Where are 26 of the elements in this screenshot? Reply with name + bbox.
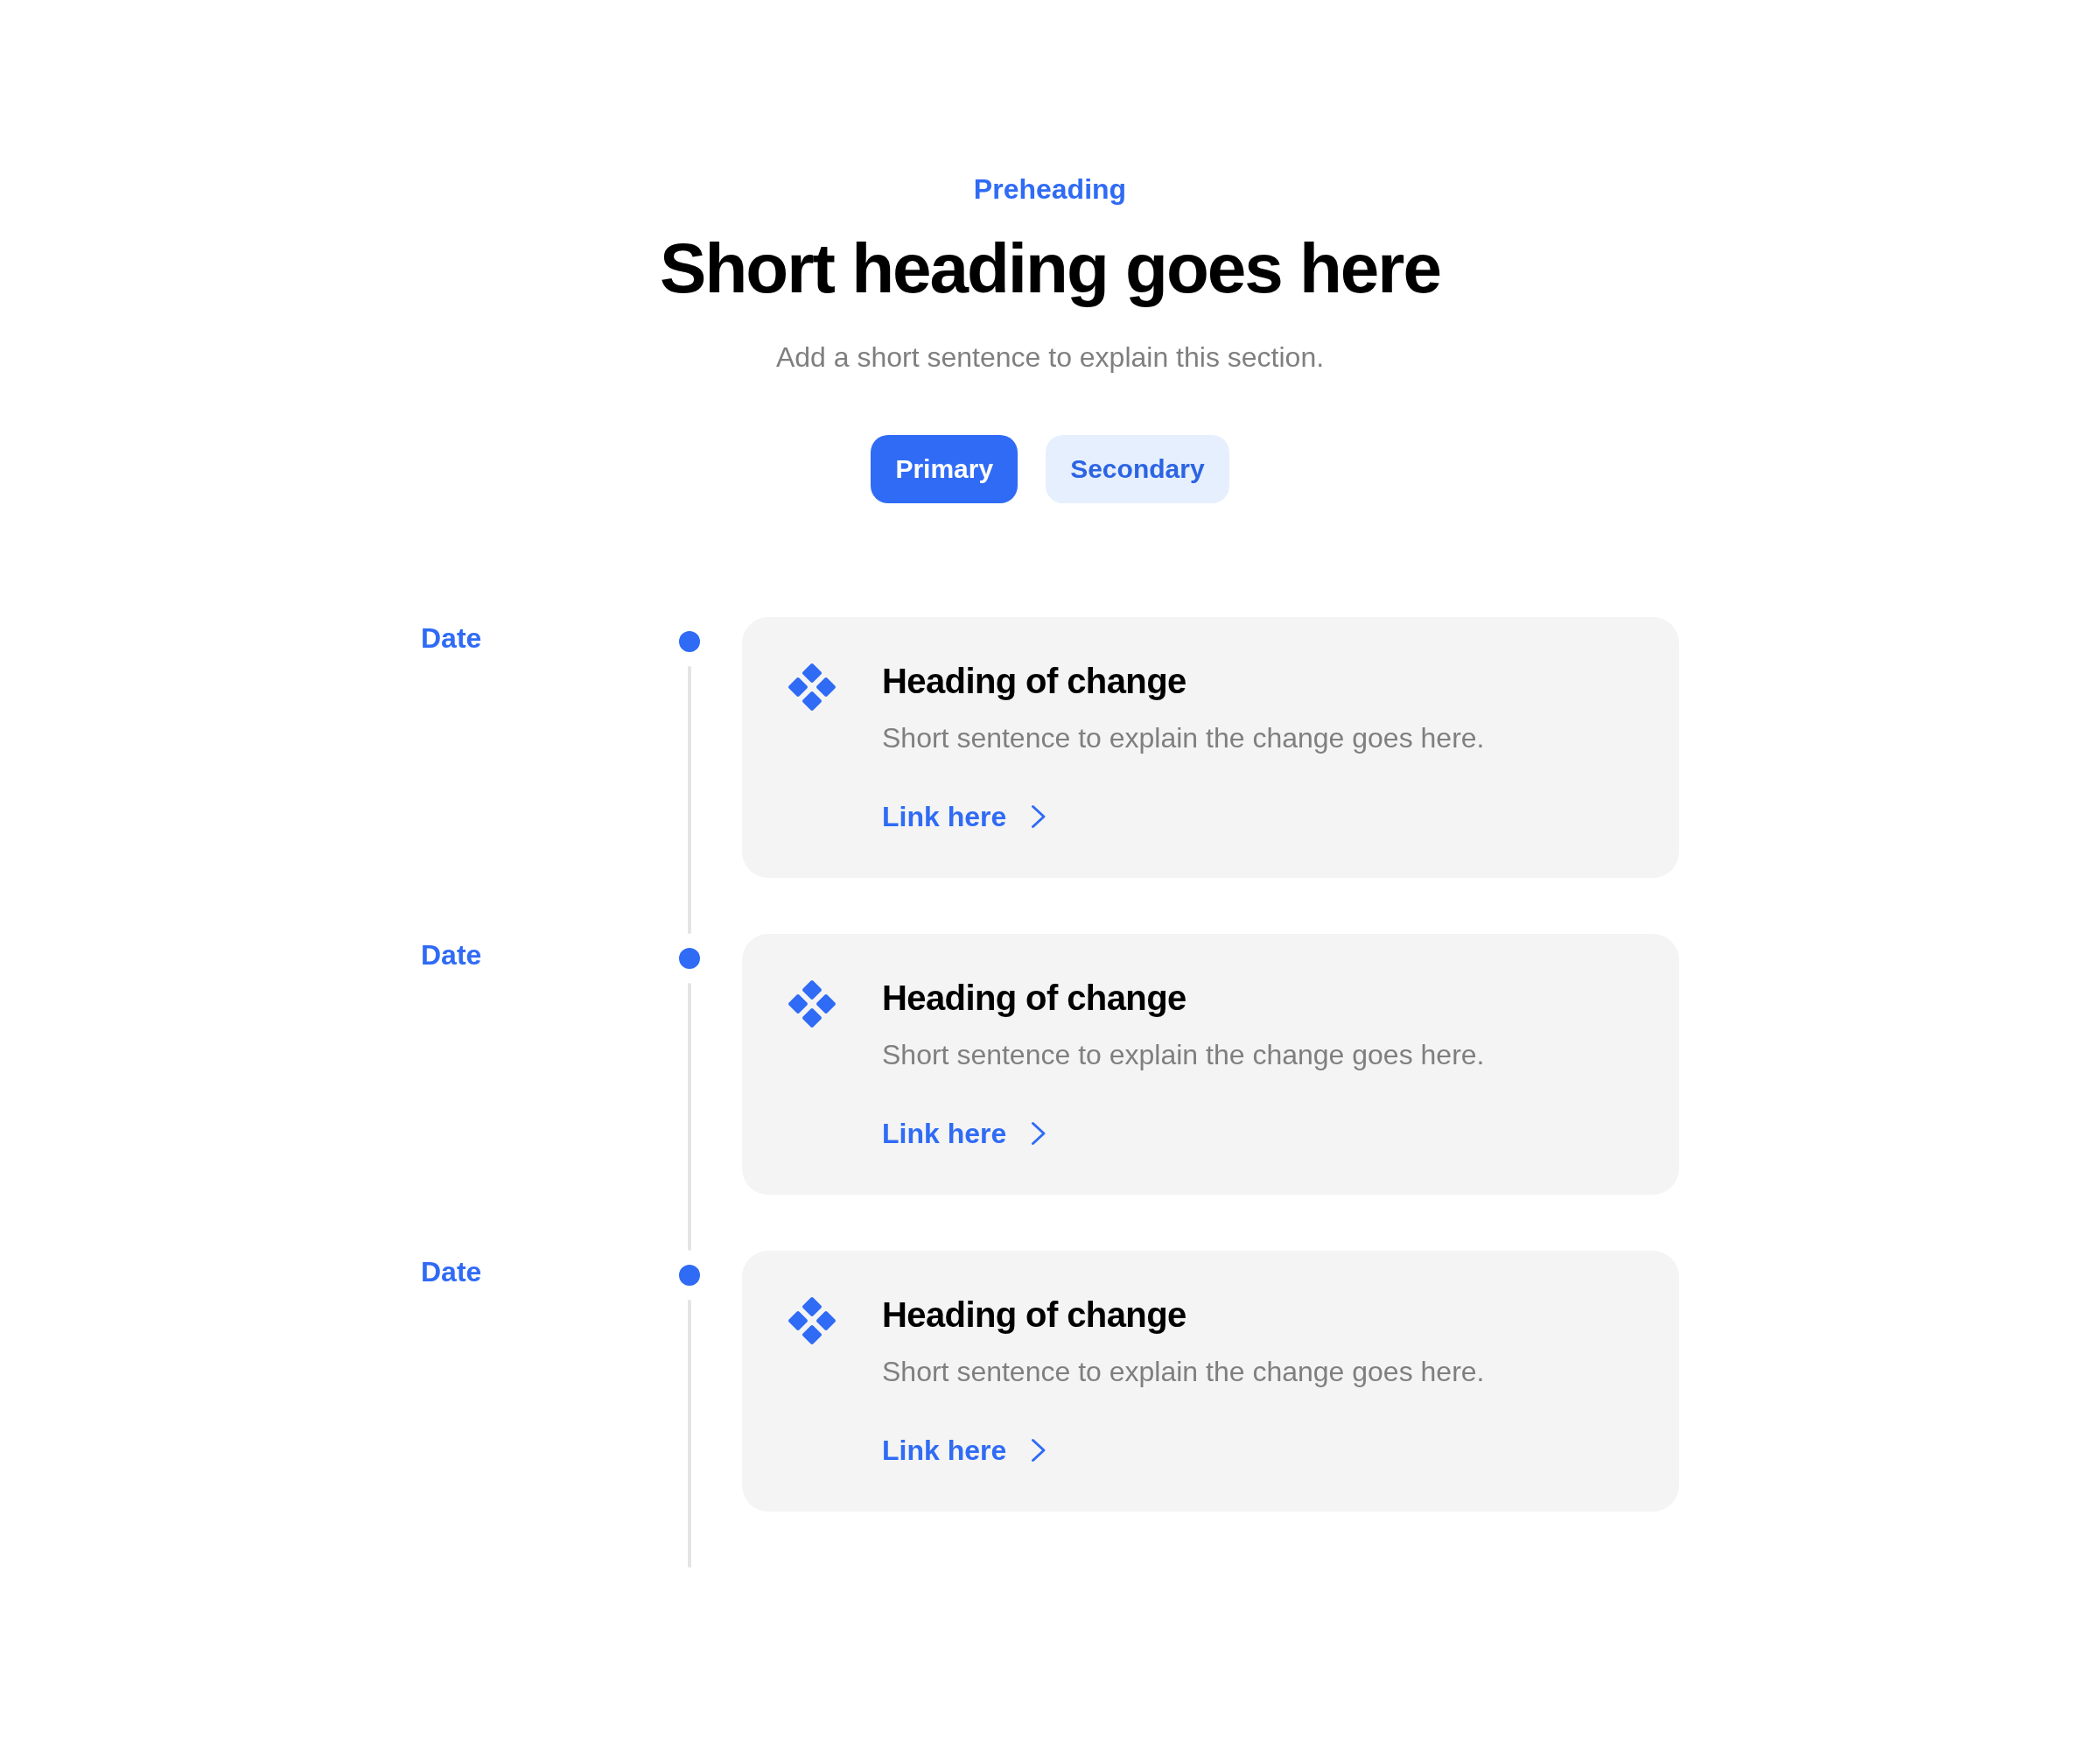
change-heading: Heading of change	[882, 978, 1186, 1019]
section-heading: Short heading goes here	[660, 230, 1440, 307]
change-description: Short sentence to explain the change goes here.	[882, 1038, 1485, 1072]
chevron-right-icon	[1031, 1121, 1047, 1146]
four-diamonds-icon	[788, 979, 836, 1028]
date-label: Date	[421, 1255, 482, 1289]
change-description: Short sentence to explain the change goes here.	[882, 721, 1485, 755]
timeline-dot	[679, 1265, 700, 1286]
section-description: Add a short sentence to explain this section.	[775, 340, 1325, 375]
change-description: Short sentence to explain the change goes here.	[882, 1355, 1485, 1389]
chevron-right-icon	[1031, 1438, 1047, 1463]
four-diamonds-icon	[788, 663, 836, 712]
timeline-dot	[679, 948, 700, 969]
change-heading: Heading of change	[882, 661, 1186, 702]
chevron-right-icon	[1031, 804, 1047, 829]
date-label: Date	[421, 621, 482, 656]
card-link[interactable]: Link here	[882, 1433, 1047, 1468]
secondary-button[interactable]: Secondary	[1046, 435, 1229, 503]
date-label: Date	[421, 938, 482, 972]
change-heading: Heading of change	[882, 1294, 1186, 1336]
four-diamonds-icon	[788, 1296, 836, 1345]
card-link[interactable]: Link here	[882, 799, 1047, 834]
preheading: Preheading	[973, 172, 1127, 207]
timeline-dot	[679, 631, 700, 652]
card-link[interactable]: Link here	[882, 1116, 1047, 1151]
primary-button[interactable]: Primary	[871, 435, 1018, 503]
